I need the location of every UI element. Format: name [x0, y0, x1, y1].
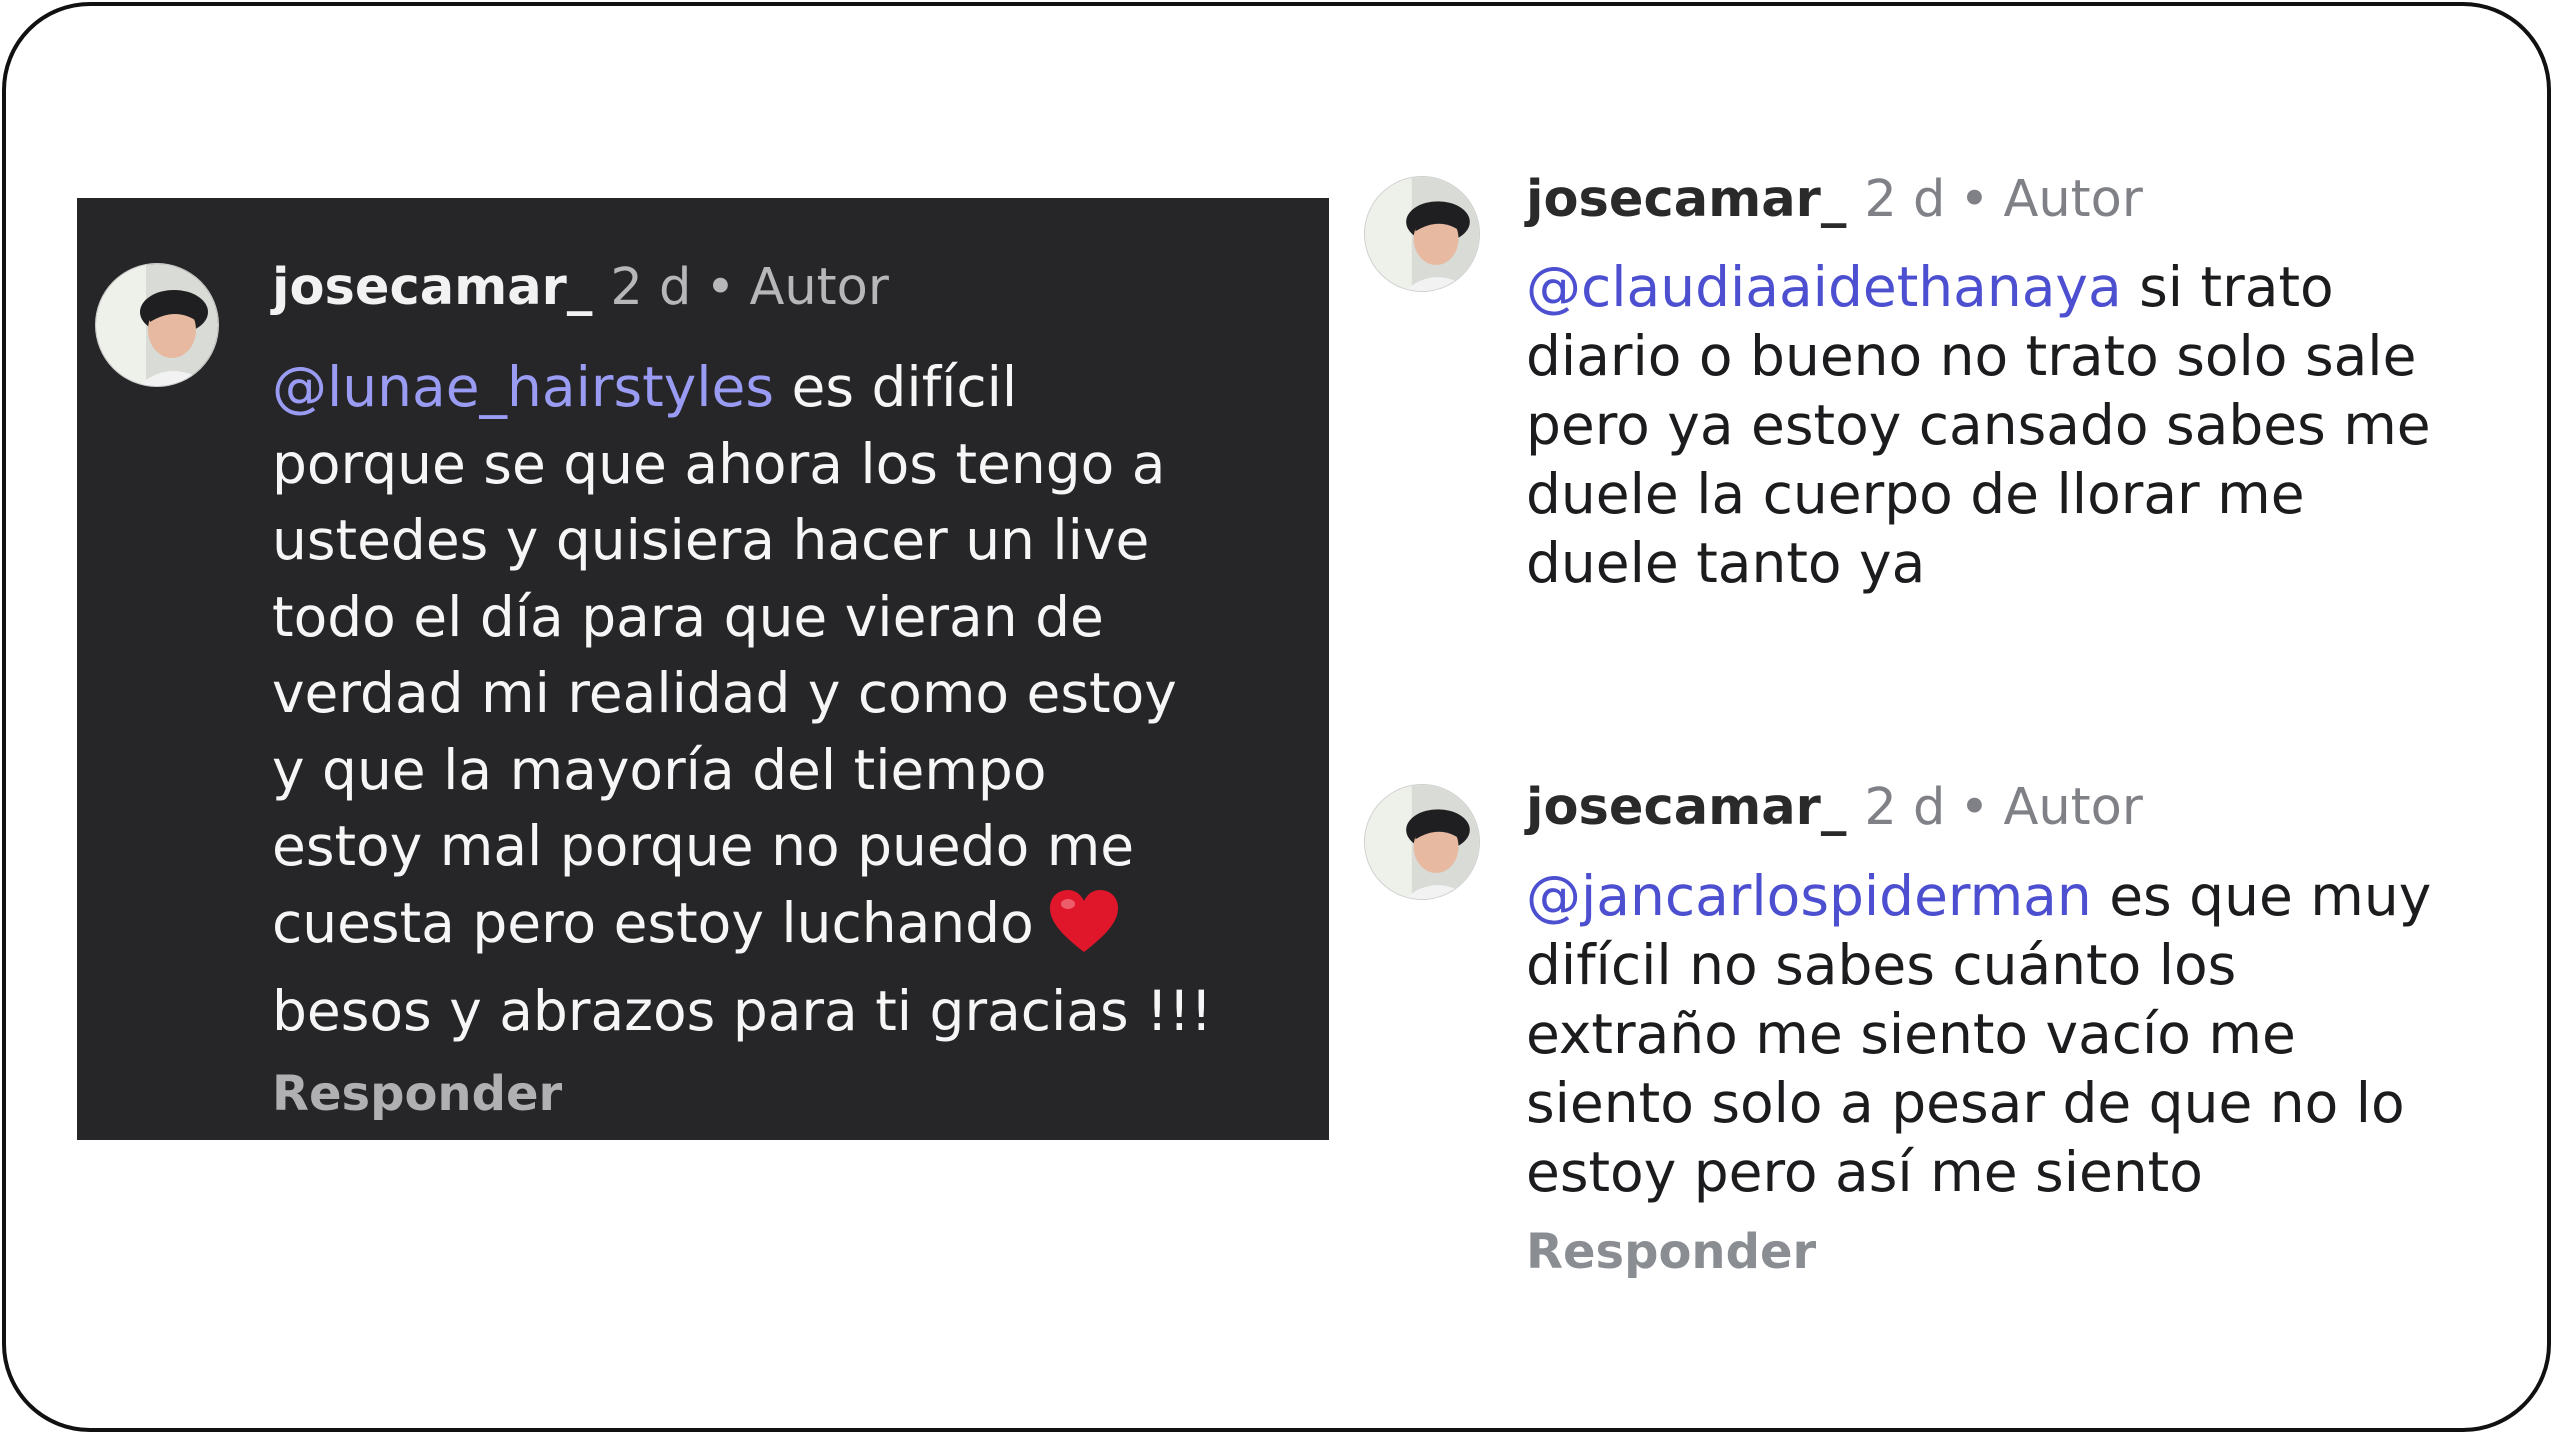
reply-button[interactable]: Responder	[1526, 1222, 1816, 1282]
username[interactable]: josecamar_	[1526, 170, 1846, 229]
timestamp: 2 d	[1864, 778, 1946, 837]
comment-line: estoy pero así me siento	[1526, 1140, 2203, 1204]
author-badge: Autor	[2003, 778, 2143, 837]
comment-line: estoy mal porque no puedo me	[272, 814, 1135, 878]
avatar[interactable]	[1364, 784, 1480, 900]
comment-line: verdad mi realidad y como estoy	[272, 661, 1177, 725]
avatar[interactable]	[95, 263, 219, 387]
comment-line: porque se que ahora los tengo a	[272, 431, 1166, 496]
comment-line: todo el día para que vieran de	[272, 584, 1104, 649]
timestamp: 2 d	[610, 258, 692, 317]
heart-icon	[1048, 888, 1120, 974]
comment-header: josecamar_ 2 d • Autor	[1526, 170, 2143, 230]
comment-header: josecamar_ 2 d • Autor	[1526, 778, 2143, 838]
timestamp: 2 d	[1864, 170, 1946, 229]
comment-line: diario o bueno no trato solo sale	[1526, 324, 2417, 388]
mention-link[interactable]: @claudiaaidethanaya	[1526, 255, 2122, 319]
comment-line: siento solo a pesar de que no lo	[1526, 1071, 2405, 1135]
comment-text: @jancarlospiderman es que muy difícil no…	[1526, 862, 2431, 1207]
comment-line: y que la mayoría del tiempo	[272, 737, 1047, 802]
comment-line: pero ya estoy cansado sabes me	[1526, 393, 2431, 457]
separator-dot: •	[705, 258, 736, 317]
author-badge: Autor	[749, 258, 889, 317]
comment-line: es que muy	[2109, 864, 2432, 928]
comment-line: si trato	[2139, 255, 2334, 319]
reply-button[interactable]: Responder	[272, 1064, 562, 1124]
separator-dot: •	[1959, 170, 1990, 229]
mention-link[interactable]: @jancarlospiderman	[1526, 864, 2092, 928]
comment-line: es difícil	[791, 355, 1018, 419]
comment-line: duele la cuerpo de llorar me	[1526, 462, 2305, 526]
comment-header: josecamar_ 2 d • Autor	[272, 258, 889, 318]
avatar-icon	[1365, 785, 1479, 899]
username[interactable]: josecamar_	[1526, 778, 1846, 837]
separator-dot: •	[1959, 778, 1990, 837]
comment-text: @lunae_hairstyles es difícil porque se q…	[272, 349, 1212, 1050]
username[interactable]: josecamar_	[272, 258, 592, 317]
comment-line: besos y abrazos para ti gracias !!!	[272, 979, 1213, 1043]
mention-link[interactable]: @lunae_hairstyles	[272, 355, 774, 419]
avatar-icon	[96, 264, 218, 386]
comment-line: duele tanto ya	[1526, 531, 1926, 595]
comment-line: extraño me siento vacío me	[1526, 1002, 2296, 1066]
avatar-icon	[1365, 177, 1479, 291]
comment-line: difícil no sabes cuánto los	[1526, 933, 2237, 997]
author-badge: Autor	[2003, 170, 2143, 229]
comment-text: @claudiaaidethanaya si trato diario o bu…	[1526, 253, 2431, 598]
comment-line: ustedes y quisiera hacer un live	[272, 508, 1150, 572]
comment-line: cuesta pero estoy luchando	[272, 890, 1034, 955]
avatar[interactable]	[1364, 176, 1480, 292]
